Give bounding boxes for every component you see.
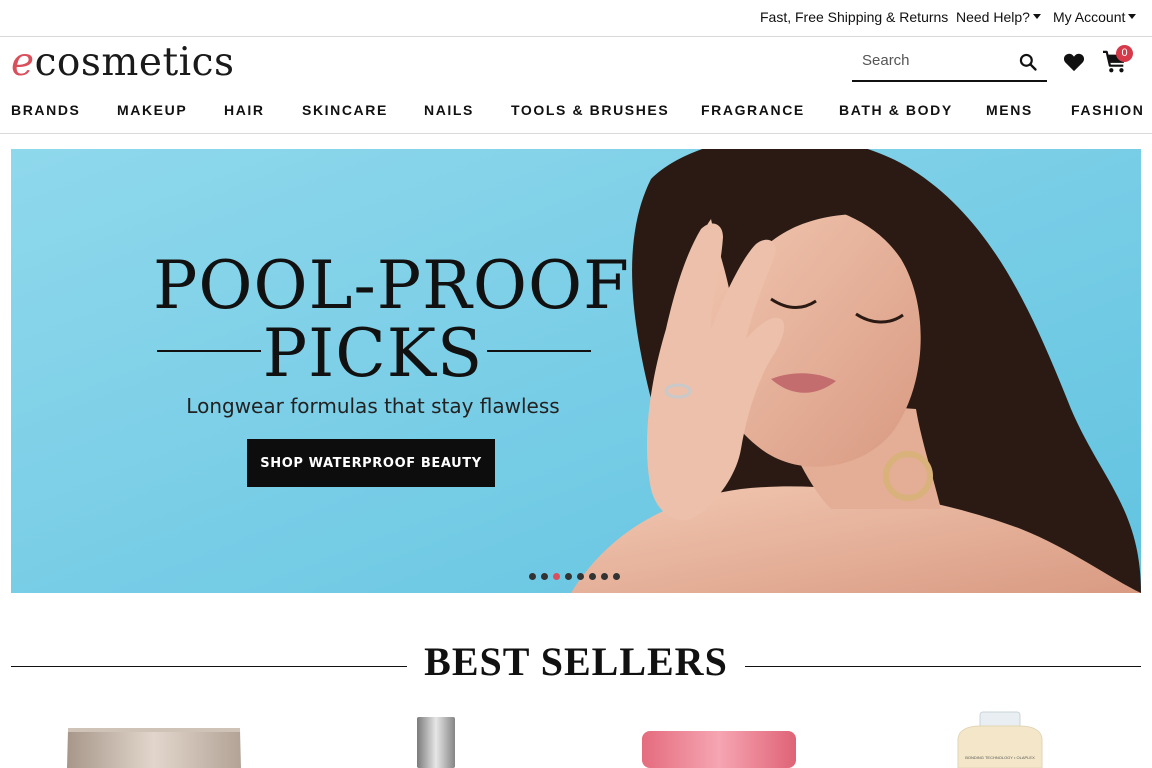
- carousel-dots: [529, 573, 620, 580]
- hero-title-line2: PICKS: [262, 315, 484, 392]
- nav-item-makeup[interactable]: MAKEUP: [117, 102, 187, 118]
- carousel-dot-2[interactable]: [541, 573, 548, 580]
- main-nav: BRANDS MAKEUP HAIR SKINCARE NAILS TOOLS …: [0, 90, 1152, 134]
- nav-item-skincare[interactable]: SKINCARE: [302, 102, 388, 118]
- my-account-menu[interactable]: My Account: [1053, 9, 1137, 25]
- nav-item-mens[interactable]: MENS: [986, 102, 1033, 118]
- carousel-dot-5[interactable]: [577, 573, 584, 580]
- hero-title-line1: POOL-PROOF: [153, 247, 630, 324]
- heart-icon[interactable]: [1063, 52, 1085, 72]
- carousel-dot-3[interactable]: [553, 573, 560, 580]
- product-image-2[interactable]: [412, 700, 460, 768]
- logo[interactable]: ecosmetics: [11, 40, 235, 85]
- product-image-4[interactable]: BONDING TECHNOLOGY • OLAPLEX: [954, 700, 1046, 768]
- best-sellers-title: BEST SELLERS: [424, 639, 728, 684]
- carousel-dot-7[interactable]: [601, 573, 608, 580]
- section-rule-right: [745, 666, 1141, 667]
- search-input[interactable]: [862, 52, 1012, 69]
- cart-count-badge: 0: [1116, 45, 1133, 62]
- carousel-dot-1[interactable]: [529, 573, 536, 580]
- nav-item-nails[interactable]: NAILS: [424, 102, 474, 118]
- nav-item-fashion[interactable]: FASHION: [1071, 102, 1144, 118]
- hero-banner[interactable]: POOL-PROOF PICKS Longwear formulas that …: [11, 149, 1141, 593]
- search-icon[interactable]: [1018, 52, 1038, 72]
- shipping-returns-link[interactable]: Fast, Free Shipping & Returns: [760, 9, 948, 25]
- my-account-label: My Account: [1053, 9, 1126, 25]
- nav-item-brands[interactable]: BRANDS: [11, 102, 81, 118]
- product-bottle-label: BONDING TECHNOLOGY • OLAPLEX: [965, 755, 1035, 760]
- caret-down-icon: [1128, 14, 1137, 19]
- logo-accent-letter: e: [11, 40, 35, 85]
- search-box: [852, 44, 1047, 82]
- nav-item-fragrance[interactable]: FRAGRANCE: [701, 102, 805, 118]
- hero-title-rule-right: [487, 350, 591, 352]
- carousel-dot-8[interactable]: [613, 573, 620, 580]
- need-help-menu[interactable]: Need Help?: [956, 9, 1041, 25]
- logo-wordmark: cosmetics: [34, 40, 235, 85]
- nav-item-bath-body[interactable]: BATH & BODY: [839, 102, 953, 118]
- product-image-3[interactable]: [640, 700, 798, 768]
- carousel-dot-6[interactable]: [589, 573, 596, 580]
- nav-item-tools-brushes[interactable]: TOOLS & BRUSHES: [511, 102, 669, 118]
- hero-subtitle: Longwear formulas that stay flawless: [186, 394, 560, 418]
- utility-bar: Fast, Free Shipping & Returns Need Help?…: [0, 0, 1152, 37]
- caret-down-icon: [1032, 14, 1041, 19]
- need-help-label: Need Help?: [956, 9, 1030, 25]
- shop-waterproof-beauty-button[interactable]: SHOP WATERPROOF BEAUTY: [247, 439, 495, 487]
- carousel-dot-4[interactable]: [565, 573, 572, 580]
- nav-item-hair[interactable]: HAIR: [224, 102, 265, 118]
- product-image-1[interactable]: [64, 700, 244, 768]
